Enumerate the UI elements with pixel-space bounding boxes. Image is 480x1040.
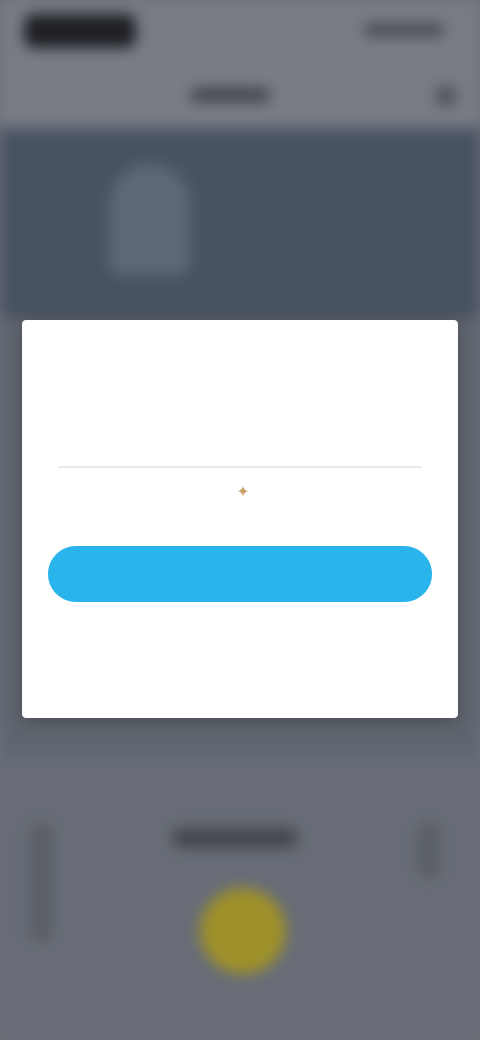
- dialog-subtext: ✦: [62, 482, 418, 502]
- sparkle-icon: ✦: [236, 484, 250, 501]
- dialog: ✦: [22, 320, 458, 718]
- primary-button[interactable]: [48, 546, 432, 602]
- dialog-divider: [58, 466, 422, 468]
- modal-overlay[interactable]: ✦: [0, 0, 480, 1040]
